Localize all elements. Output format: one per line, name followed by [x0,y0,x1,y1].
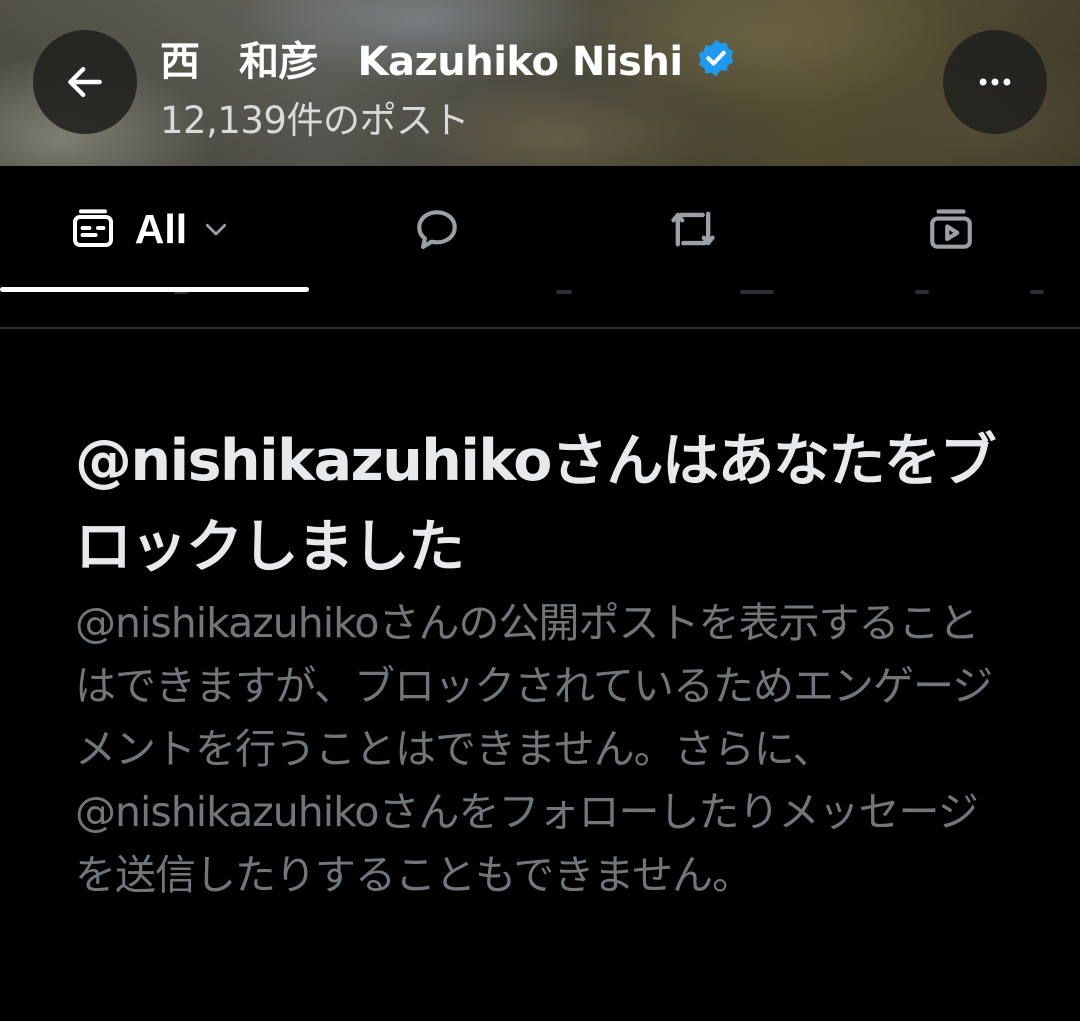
divider [0,327,1080,329]
blocked-notice-title: @nishikazuhikoさんはあなたをブロックしました [75,428,996,580]
post-count: 12,139件のポスト [160,99,469,142]
repost-icon [667,203,719,255]
chevron-down-icon[interactable] [201,214,231,244]
tab-replies[interactable] [310,166,564,292]
more-options-button[interactable] [943,30,1047,134]
tab-media[interactable] [822,166,1080,292]
tab-all[interactable]: All [0,166,310,292]
feed-card-icon [69,205,117,253]
more-horizontal-icon [973,60,1017,104]
header-title-block: 西 和彦 Kazuhiko Nishi 12,139件のポスト [160,28,737,144]
tab-reposts[interactable] [564,166,822,292]
video-play-icon [926,204,976,254]
display-name: 西 和彦 Kazuhiko Nishi [160,39,683,85]
tab-all-label: All [134,205,188,252]
back-button[interactable] [33,30,137,134]
profile-header: 西 和彦 Kazuhiko Nishi 12,139件のポスト [0,0,1080,166]
blocked-notice: @nishikazuhikoさんはあなたをブロックしました @nishikazu… [75,418,1015,907]
blocked-notice-body: @nishikazuhikoさんの公開ポストを表示することはできますが、ブロック… [75,599,993,899]
active-tab-indicator [0,287,309,292]
verified-badge-icon [695,37,737,79]
arrow-left-icon [63,60,107,104]
speech-bubble-icon [412,204,462,254]
profile-tabs: All [0,166,1080,292]
